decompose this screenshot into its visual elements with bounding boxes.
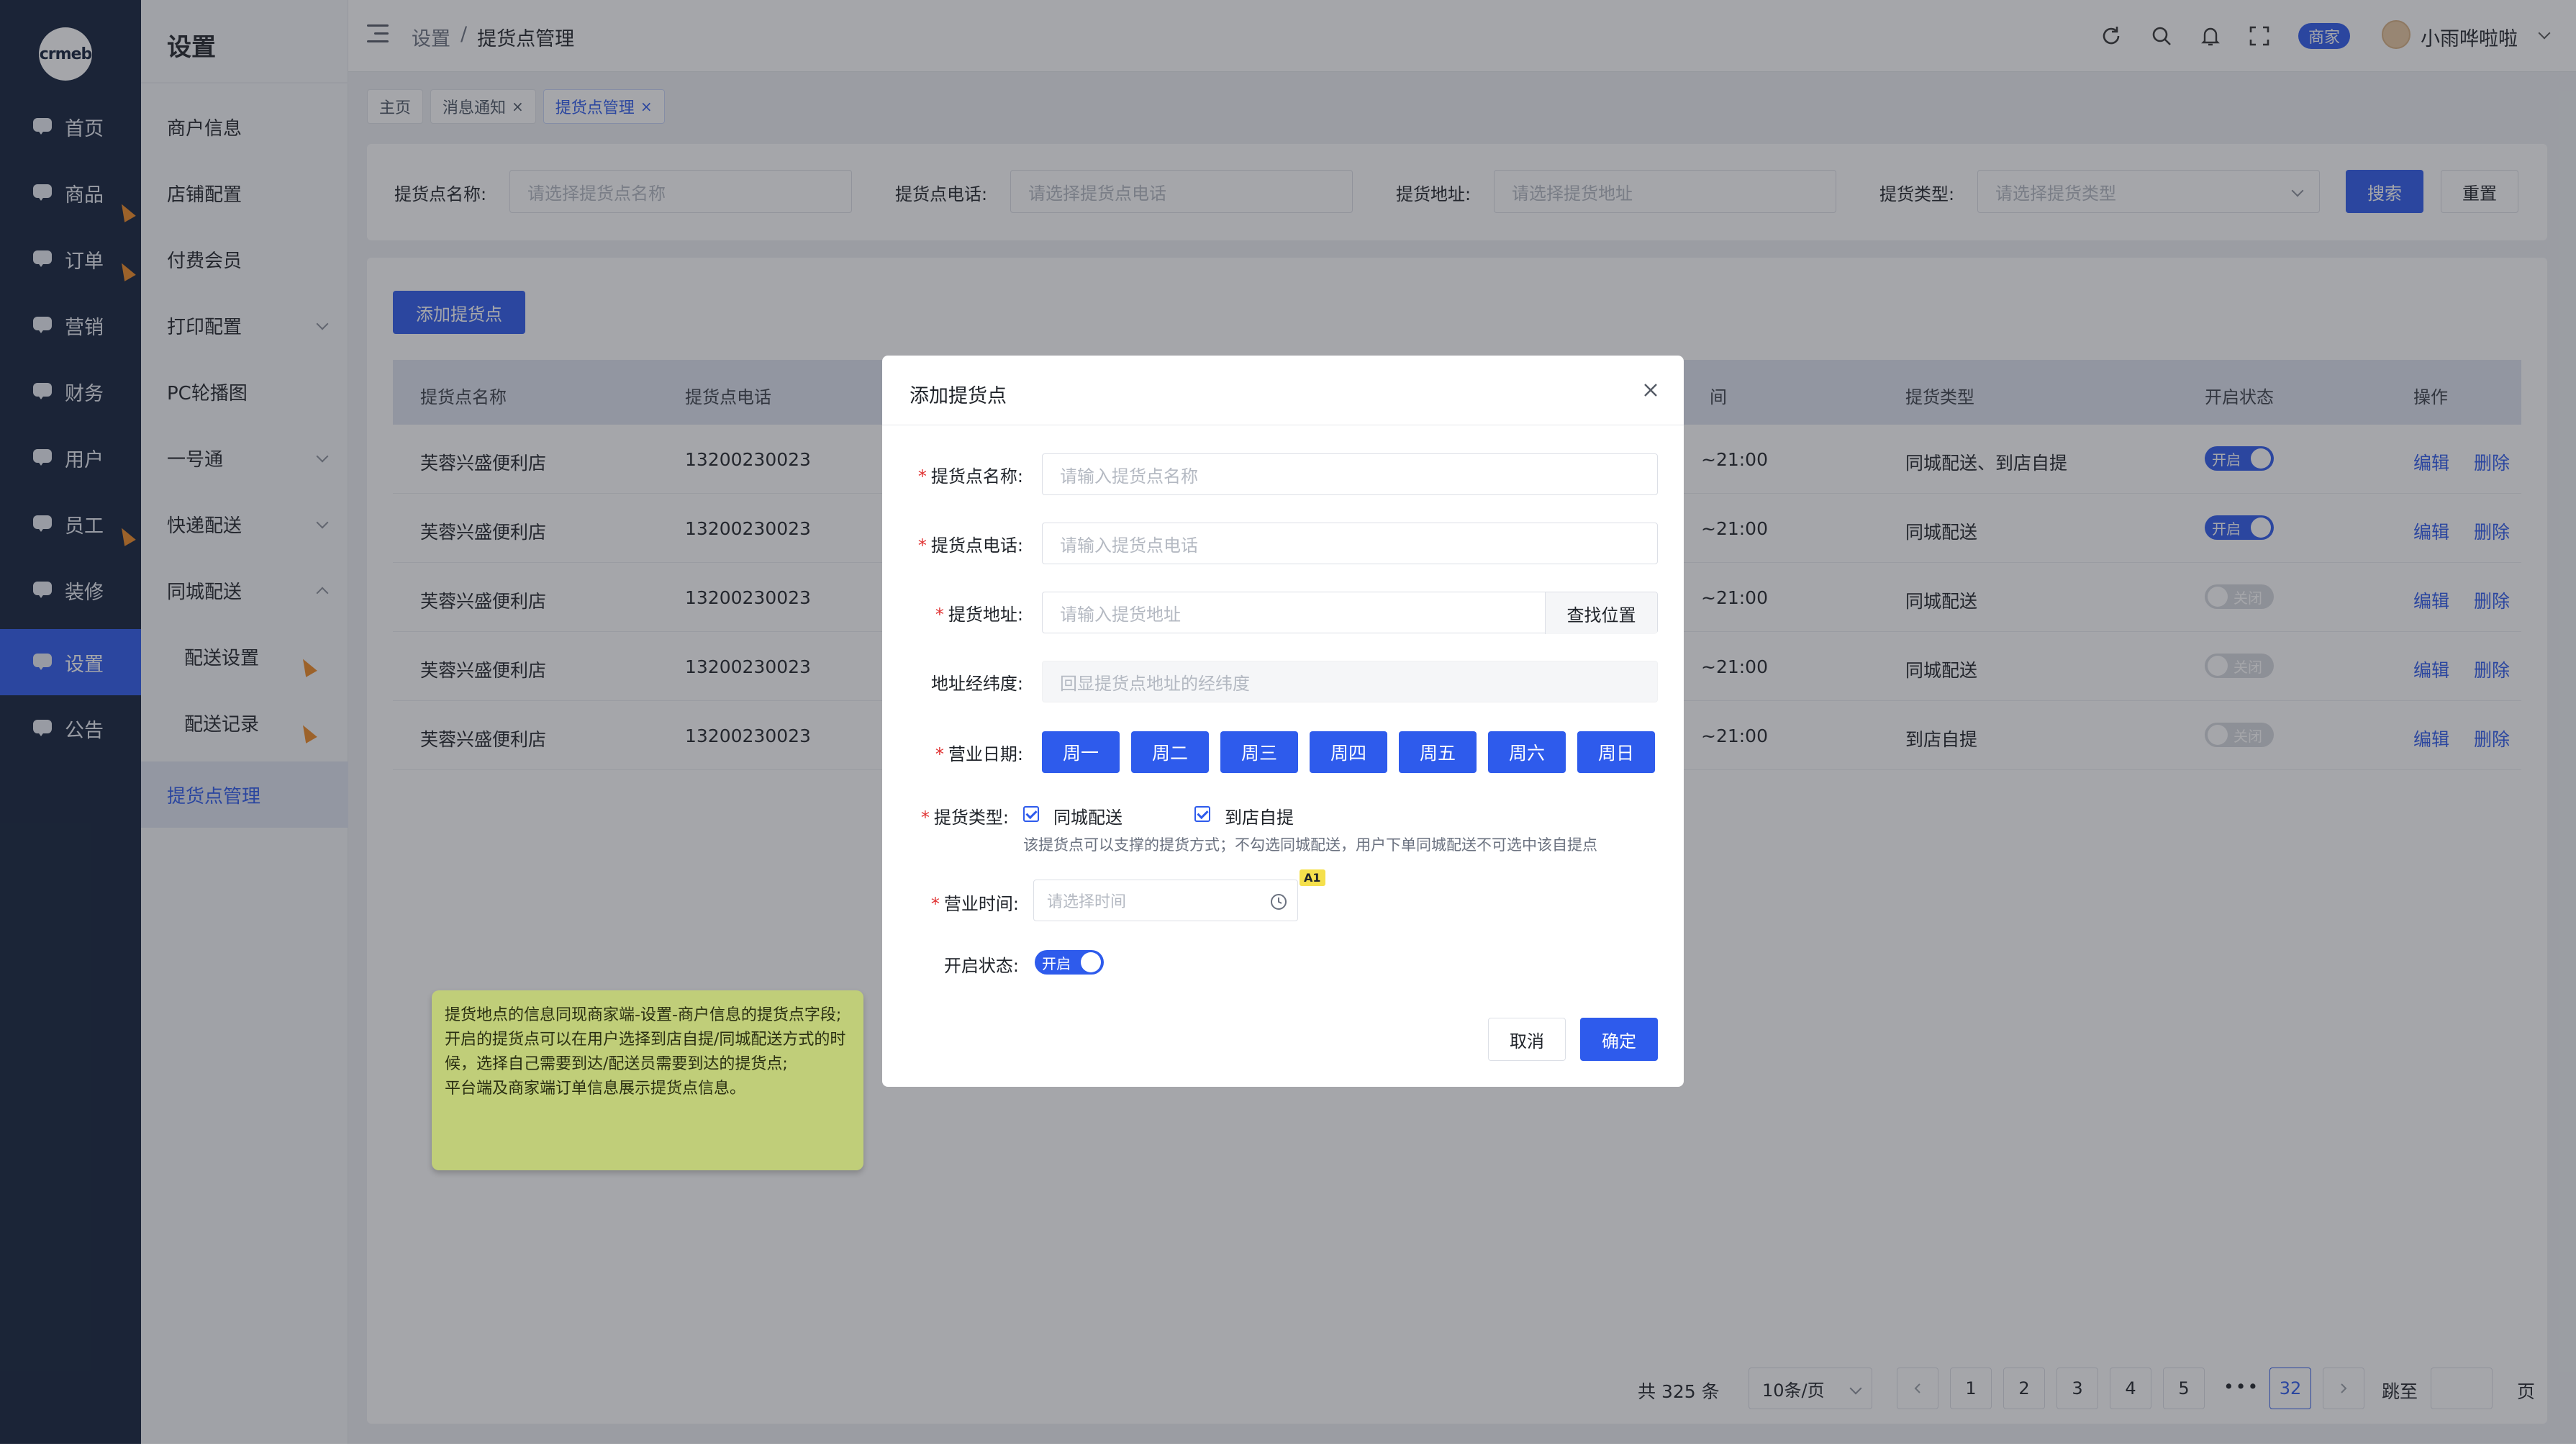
required-mark: * — [920, 808, 930, 828]
day-button-tue[interactable]: 周二 — [1131, 731, 1209, 773]
cancel-button[interactable]: 取消 — [1488, 1018, 1566, 1061]
field-label-phone: * 提货点电话: — [882, 531, 1023, 556]
annotation-note: 提货地点的信息同现商家端-设置-商户信息的提货点字段; 开启的提货点可以在用户选… — [432, 990, 863, 1170]
checkbox-city-delivery[interactable] — [1023, 806, 1039, 822]
placeholder-text: 请输入提货点名称 — [1060, 466, 1198, 487]
day-button-wed[interactable]: 周三 — [1220, 731, 1298, 773]
day-button-thu[interactable]: 周四 — [1310, 731, 1387, 773]
add-pickup-dialog: 添加提货点 * 提货点名称: 请输入提货点名称 * 提货点电话: 请输入提货点电话 … — [882, 356, 1684, 1087]
required-mark: * — [917, 466, 927, 487]
checkbox-label-pickup: 到店自提 — [1225, 808, 1294, 828]
close-icon[interactable] — [1638, 377, 1664, 403]
note-line: 平台端及商家端订单信息展示提货点信息。 — [445, 1080, 746, 1098]
window-bottom-edge — [0, 1444, 2576, 1451]
note-line: 提货地点的信息同现商家端-设置-商户信息的提货点字段; — [445, 1006, 842, 1024]
field-label-days: * 营业日期: — [882, 740, 1023, 765]
dialog-title: 添加提货点 — [910, 385, 1007, 407]
required-mark: * — [935, 744, 944, 764]
field-label-time: * 营业时间: — [882, 890, 1019, 915]
label-text: 提货点名称: — [930, 466, 1023, 487]
label-text: 提货类型: — [933, 808, 1009, 828]
note-line: 开启的提货点可以在用户选择到店自提/同城配送方式的时候，选择自己需要到达/配送员… — [445, 1031, 846, 1073]
coords-display: 回显提货点地址的经纬度 — [1042, 661, 1658, 702]
day-button-mon[interactable]: 周一 — [1042, 731, 1120, 773]
label-text: 提货点电话: — [930, 535, 1023, 556]
label-text: 营业时间: — [943, 894, 1019, 914]
pickup-phone-input[interactable]: 请输入提货点电话 — [1042, 523, 1658, 564]
field-label-name: * 提货点名称: — [882, 462, 1023, 487]
field-label-status: 开启状态: — [943, 956, 1019, 976]
day-button-sat[interactable]: 周六 — [1488, 731, 1566, 773]
placeholder-text: 请输入提货地址 — [1060, 604, 1181, 625]
required-mark: * — [930, 894, 940, 914]
required-mark: * — [917, 535, 927, 556]
checkbox-label-city: 同城配送 — [1053, 808, 1123, 828]
field-label-type: * 提货类型: — [882, 803, 1009, 828]
business-time-picker[interactable]: 请选择时间 — [1033, 880, 1298, 921]
label-text: 营业日期: — [948, 744, 1023, 764]
confirm-button[interactable]: 确定 — [1580, 1018, 1658, 1061]
pickup-address-input[interactable]: 请输入提货地址 查找位置 — [1042, 592, 1658, 634]
checkbox-store-pickup[interactable] — [1194, 806, 1210, 822]
day-button-fri[interactable]: 周五 — [1399, 731, 1477, 773]
day-button-sun[interactable]: 周日 — [1577, 731, 1655, 773]
pickup-name-input[interactable]: 请输入提货点名称 — [1042, 453, 1658, 495]
find-location-button[interactable]: 查找位置 — [1545, 592, 1657, 634]
field-label-address: * 提货地址: — [882, 600, 1023, 625]
placeholder-text: 请输入提货点电话 — [1060, 535, 1198, 556]
clock-icon — [1271, 894, 1287, 910]
status-toggle[interactable]: 开启 — [1035, 950, 1104, 975]
annotation-tag: A1 — [1300, 869, 1325, 886]
placeholder-text: 回显提货点地址的经纬度 — [1060, 673, 1250, 694]
label-text: 提货地址: — [948, 605, 1023, 625]
type-hint-text: 该提货点可以支撑的提货方式；不勾选同城配送，用户下单同城配送不可选中该自提点 — [1023, 836, 1597, 854]
placeholder-text: 请选择时间 — [1047, 893, 1127, 911]
required-mark: * — [935, 605, 944, 625]
field-label-coords: 地址经纬度: — [930, 674, 1023, 694]
